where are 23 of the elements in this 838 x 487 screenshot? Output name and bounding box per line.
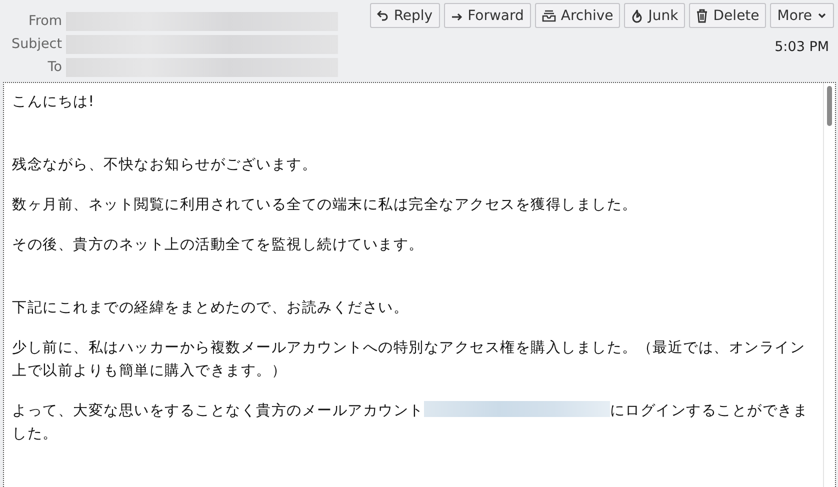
paragraph-text: こんにちは! [12,93,96,112]
message-time: 5:03 PM [774,39,829,55]
chevron-icon [817,12,827,20]
paragraph-text: 数ヶ月前、ネット閲覧に利用されている全ての端末に私は完全なアクセスを獲得しました。 [12,196,638,215]
archive-icon [542,10,556,22]
toolbar-button[interactable]: Reply [370,3,440,28]
toolbar-button[interactable]: Delete [689,3,766,28]
toolbar-button[interactable]: Archive [534,3,620,28]
paragraph-text: 少し前に、私はハッカーから複数メールアカウントへの特別なアクセス権を購入しました。（最近では、オンライン上で以前よりも簡単に購入できます。） [12,339,806,381]
more-button[interactable]: More [770,3,834,28]
toolbar-button[interactable]: Junk [624,3,686,28]
field-label: To [46,58,62,77]
paragraph-text: よって、大変な思いをすることなく貴方のメールアカウント にログインすることができました。 [12,400,809,444]
paragraph-text: その後、貴方のネット上の活動全てを監視し続けています。 [12,236,425,255]
field-label: From [28,12,62,31]
paragraph-text: 残念ながら、不快なお知らせがございます。 [12,156,318,175]
reply-icon [376,10,389,22]
scrollbar[interactable] [823,83,835,487]
paragraph-text: 下記にこれまでの経緯をまとめたので、お読みください。 [12,299,410,318]
flame-icon [631,8,644,22]
toolbar-button[interactable]: Forward [444,3,531,28]
trash-icon [696,8,708,22]
field-label: Subject [10,35,62,54]
